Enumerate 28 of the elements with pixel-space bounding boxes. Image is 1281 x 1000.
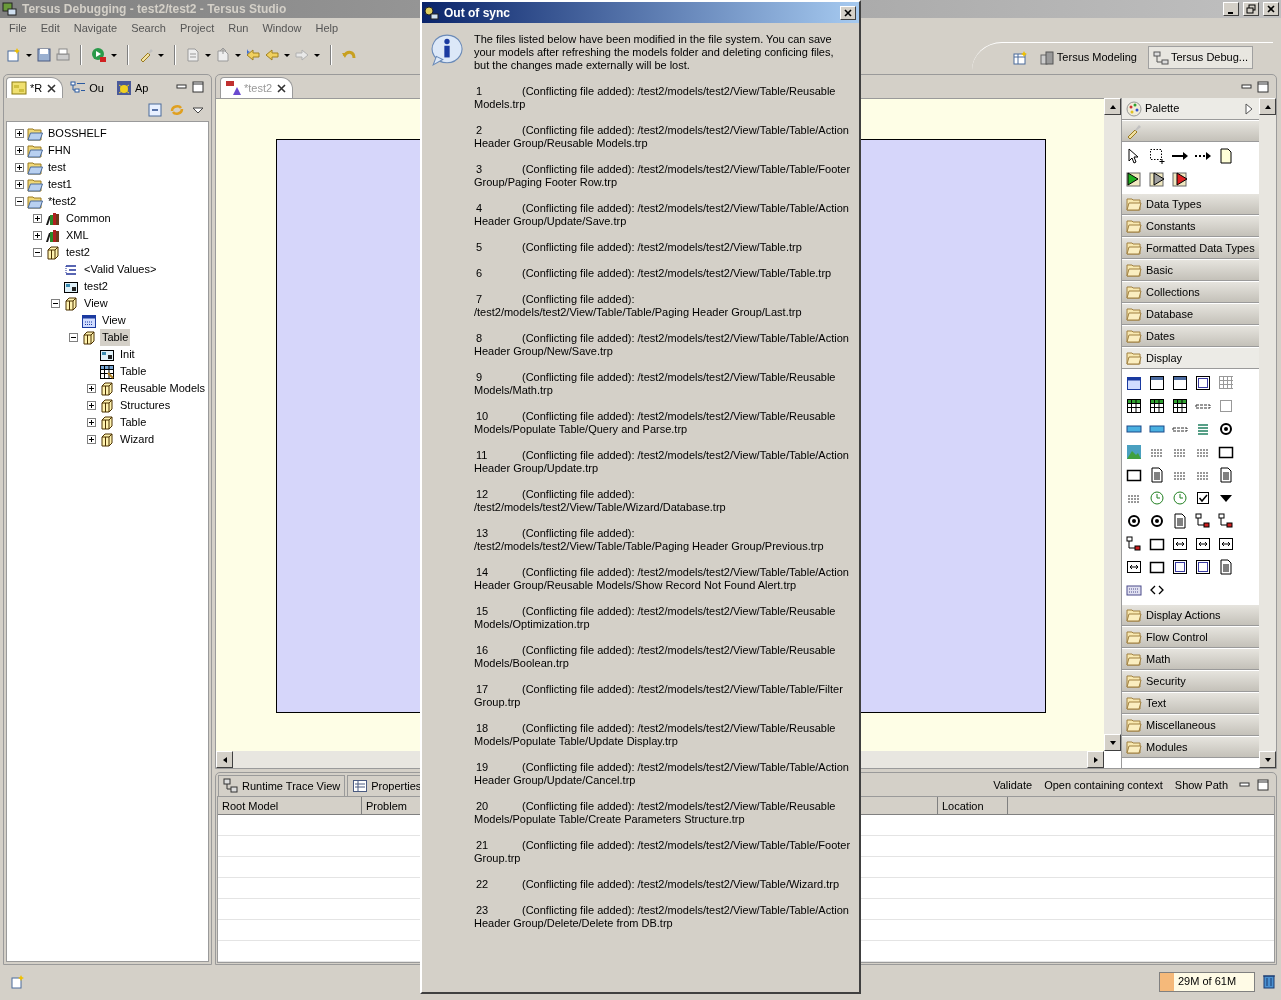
file-entry: 23 (Conflicting file added): /test2/models/test2/View/Table/Table/Action Header Group/Delete/Delete from DB.trp <box>474 904 850 930</box>
file-entry: 13 (Conflicting file added): /test2/models/test2/View/Table/Table/Paging Header Group/Previous.trp <box>474 527 825 553</box>
file-entry: 18 (Conflicting file added): /test2/models/test2/View/Table/Reusable Models/Populate Table/Update Display.trp <box>474 722 837 748</box>
file-entry: 17 (Conflicting file added): /test2/models/test2/View/Table/Table/Filter Group.trp <box>474 683 844 709</box>
file-entry: 6 (Conflicting file added): /test2/models/test2/View/Table/Table.trp <box>475 267 833 280</box>
file-entry: 4 (Conflicting file added): /test2/models/test2/View/Table/Table/Action Header Group/Update/Save.trp <box>474 202 850 228</box>
file-entry: 19 (Conflicting file added): /test2/models/test2/View/Table/Table/Action Header Group/Update/Cancel.trp <box>474 761 850 787</box>
file-entry: 9 (Conflicting file added): /test2/models/test2/View/Table/Reusable Models/Math.trp <box>474 371 837 397</box>
file-entry: 12 (Conflicting file added): /test2/models/test2/View/Table/Wizard/Database.trp <box>474 488 727 514</box>
file-entry: 14 (Conflicting file added): /test2/models/test2/View/Table/Table/Action Header Group/Reusable Models/Show Record Not Found Alert.trp <box>474 566 850 592</box>
file-entry: 16 (Conflicting file added): /test2/models/test2/View/Table/Reusable Models/Boolean.trp <box>474 644 837 670</box>
heap-status: 29M of 61M <box>1177 974 1237 990</box>
dialog-message: The files listed below have been modified in the file system. You can save your models after refreshing the models folder and deleting conficing files, but the changes made externally will be lost. <box>474 33 835 72</box>
file-entry: 20 (Conflicting file added): /test2/models/test2/View/Table/Reusable Models/Populate Table/Create Parameters Structure.trp <box>474 800 837 826</box>
file-entry: 15 (Conflicting file added): /test2/models/test2/View/Table/Reusable Models/Optimization.trp <box>474 605 837 631</box>
file-entry: 11 (Conflicting file added): /test2/models/test2/View/Table/Table/Action Header Group/Update.trp <box>474 449 850 475</box>
file-entry: 10 (Conflicting file added): /test2/models/test2/View/Table/Reusable Models/Populate Table/Query and Parse.trp <box>474 410 837 436</box>
file-entry: 8 (Conflicting file added): /test2/models/test2/View/Table/Table/Action Header Group/New/Save.trp <box>474 332 850 358</box>
file-entry: 5 (Conflicting file added): /test2/models/test2/View/Table.trp <box>475 241 803 254</box>
file-entry: 3 (Conflicting file added): /test2/models/test2/View/Table/Table/Footer Group/Paging Footer Row.trp <box>474 163 851 189</box>
window-title: Tersus Debugging - test2/test2 - Tersus Studio <box>22 1 287 18</box>
dialog-title: Out of sync <box>444 4 511 22</box>
file-entry: 1 (Conflicting file added): /test2/models/test2/View/Table/Reusable Models.trp <box>474 85 837 111</box>
palette-title: Palette <box>1145 101 1181 117</box>
file-entry: 7 (Conflicting file added): /test2/models/test2/View/Table/Table/Paging Header Group/Last.trp <box>474 293 803 319</box>
file-entry: 2 (Conflicting file added): /test2/models/test2/View/Table/Table/Action Header Group/Reusable Models.trp <box>474 124 850 150</box>
file-entry: 22 (Conflicting file added): /test2/models/test2/View/Table/Wizard.trp <box>475 878 841 891</box>
file-entry: 21 (Conflicting file added): /test2/models/test2/View/Table/Table/Footer Group.trp <box>474 839 851 865</box>
